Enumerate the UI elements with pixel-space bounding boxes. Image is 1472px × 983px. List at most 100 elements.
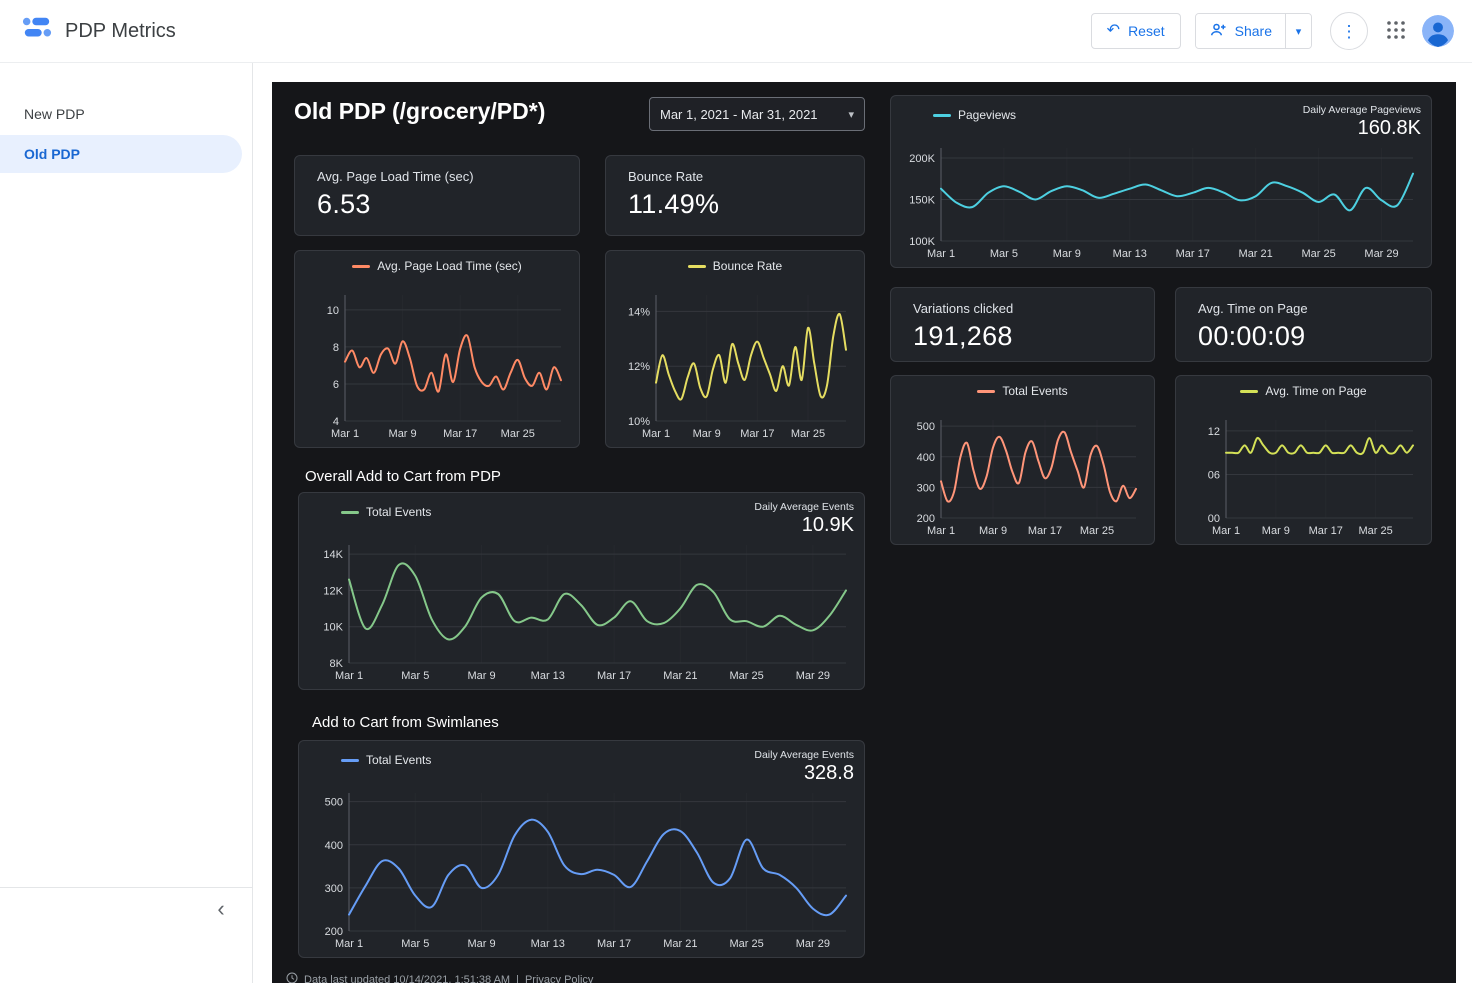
sidebar-item-label: Old PDP — [24, 146, 81, 162]
svg-text:Mar 29: Mar 29 — [1364, 248, 1398, 260]
svg-text:400: 400 — [917, 452, 935, 464]
svg-text:Mar 9: Mar 9 — [389, 428, 417, 440]
scorecard-avg-time-on-page: Avg. Time on Page 00:00:09 — [1175, 287, 1432, 362]
overall-add-to-cart-line-chart[interactable]: 8K 10K 12K 14K Mar 1 Mar 5 Mar 9 Mar 13 Mar 17 Ma… — [309, 537, 854, 683]
page-title: Old PDP (/grocery/PD*) — [294, 98, 546, 124]
avatar[interactable] — [1422, 15, 1454, 47]
svg-text:Mar 9: Mar 9 — [467, 938, 495, 950]
metric-title: Daily Average Events — [754, 749, 854, 761]
svg-text:Mar 29: Mar 29 — [796, 938, 830, 950]
svg-text:Mar 17: Mar 17 — [597, 670, 631, 682]
svg-text:8: 8 — [333, 342, 339, 354]
chart-card-bounce-rate: Bounce Rate 10% 12% 14% Mar 1 Mar 9 Mar 17 Mar… — [605, 250, 865, 448]
svg-text:12: 12 — [1208, 426, 1220, 438]
undo-icon: ↶ — [1106, 22, 1121, 39]
svg-text:Mar 9: Mar 9 — [1053, 248, 1081, 260]
svg-text:14%: 14% — [628, 306, 650, 318]
svg-text:Mar 17: Mar 17 — [1309, 525, 1343, 537]
svg-text:Mar 5: Mar 5 — [401, 670, 429, 682]
svg-text:300: 300 — [325, 883, 343, 895]
more-options-button[interactable]: ⋮ — [1330, 12, 1368, 50]
svg-text:8K: 8K — [330, 658, 344, 670]
date-range-value: Mar 1, 2021 - Mar 31, 2021 — [660, 106, 818, 122]
svg-text:Mar 13: Mar 13 — [531, 670, 565, 682]
svg-text:100K: 100K — [909, 236, 935, 248]
section-title-swimlanes: Add to Cart from Swimlanes — [312, 714, 499, 731]
scorecard-label: Avg. Page Load Time (sec) — [317, 169, 474, 184]
avg-time-on-page-line-chart[interactable]: 00 06 12 Mar 1 Mar 9 Mar 17 Mar 25 — [1186, 412, 1421, 538]
svg-text:200: 200 — [325, 926, 343, 938]
last-updated-text: Data last updated 10/14/2021, 1:51:38 AM — [304, 973, 511, 983]
svg-text:200: 200 — [917, 513, 935, 525]
share-button-label: Share — [1234, 23, 1272, 39]
apps-grid-button[interactable] — [1386, 20, 1406, 43]
svg-text:Mar 1: Mar 1 — [331, 428, 359, 440]
svg-text:00: 00 — [1208, 513, 1220, 525]
sidebar: New PDP Old PDP ‹ — [0, 63, 253, 983]
svg-text:Mar 1: Mar 1 — [927, 525, 955, 537]
svg-text:6: 6 — [333, 379, 339, 391]
sidebar-item-old-pdp[interactable]: Old PDP — [0, 135, 242, 173]
svg-text:Mar 1: Mar 1 — [927, 248, 955, 260]
legend-swatch — [352, 264, 371, 268]
chart-card-avg-page-load: Avg. Page Load Time (sec) 4 6 8 10 Mar 1 Mar … — [294, 250, 580, 448]
collapse-sidebar-button[interactable]: ‹ — [206, 894, 236, 924]
total-events-line-chart[interactable]: 200 300 400 500 Mar 1 Mar 9 Mar 17 Mar 25 — [901, 412, 1144, 538]
svg-text:150K: 150K — [909, 194, 935, 206]
report-canvas: Old PDP (/grocery/PD*) Mar 1, 2021 - Mar… — [272, 82, 1456, 983]
svg-text:12%: 12% — [628, 361, 650, 373]
scorecard-bounce-rate: Bounce Rate 11.49% — [605, 155, 865, 236]
sidebar-item-new-pdp[interactable]: New PDP — [0, 95, 242, 133]
legend-label: Pageviews — [958, 108, 1017, 122]
bounce-rate-line-chart[interactable]: 10% 12% 14% Mar 1 Mar 9 Mar 17 Mar 25 — [616, 287, 854, 441]
svg-text:Mar 25: Mar 25 — [729, 938, 763, 950]
svg-text:14K: 14K — [323, 549, 343, 561]
svg-text:10K: 10K — [323, 622, 343, 634]
reset-button-label: Reset — [1128, 23, 1165, 39]
svg-text:12K: 12K — [323, 585, 343, 597]
legend-label: Total Events — [1002, 384, 1068, 398]
svg-text:Mar 29: Mar 29 — [796, 670, 830, 682]
svg-text:Mar 25: Mar 25 — [729, 670, 763, 682]
app: PDP Metrics ↶ Reset Share ▾ ⋮ New PDP Ol… — [0, 0, 1472, 983]
svg-text:500: 500 — [917, 421, 935, 433]
svg-text:10%: 10% — [628, 416, 650, 428]
svg-text:500: 500 — [325, 797, 343, 809]
svg-text:Mar 25: Mar 25 — [1301, 248, 1335, 260]
share-button[interactable]: Share — [1195, 14, 1285, 48]
svg-text:Mar 9: Mar 9 — [693, 428, 721, 440]
privacy-policy-link[interactable]: Privacy Policy — [525, 974, 593, 983]
svg-text:Mar 1: Mar 1 — [335, 938, 363, 950]
legend-swatch — [687, 264, 706, 268]
svg-text:Mar 17: Mar 17 — [443, 428, 477, 440]
section-title-overall-add-to-cart: Overall Add to Cart from PDP — [305, 468, 501, 485]
reset-button[interactable]: ↶ Reset — [1090, 13, 1181, 49]
date-range-control[interactable]: Mar 1, 2021 - Mar 31, 2021 ▾ — [649, 97, 865, 131]
chevron-down-icon: ▾ — [1295, 25, 1302, 38]
canvas-footer: Data last updated 10/14/2021, 1:51:38 AM… — [286, 972, 593, 983]
more-vert-icon: ⋮ — [1340, 21, 1358, 41]
avg-page-load-line-chart[interactable]: 4 6 8 10 Mar 1 Mar 9 Mar 17 Mar 25 — [305, 287, 569, 441]
share-dropdown-button[interactable]: ▾ — [1285, 14, 1311, 48]
swimlanes-line-chart[interactable]: 200 300 400 500 Mar 1 Mar 5 Mar 9 Mar 13 Mar 17 M… — [309, 785, 854, 951]
svg-text:Mar 1: Mar 1 — [1212, 525, 1240, 537]
chart-card-avg-time-on-page: Avg. Time on Page 00 06 12 Mar 1 Mar 9 Mar 17… — [1175, 375, 1432, 545]
data-studio-logo-icon[interactable] — [22, 15, 52, 48]
legend-swatch — [1240, 389, 1259, 393]
svg-text:Mar 13: Mar 13 — [1113, 248, 1147, 260]
legend-swatch — [977, 389, 996, 393]
svg-text:Mar 1: Mar 1 — [642, 428, 670, 440]
chevron-left-icon: ‹ — [217, 896, 225, 921]
metric-title: Daily Average Events — [754, 501, 854, 513]
svg-text:Mar 21: Mar 21 — [663, 938, 697, 950]
svg-text:06: 06 — [1208, 469, 1220, 481]
report-area: Old PDP (/grocery/PD*) Mar 1, 2021 - Mar… — [253, 63, 1472, 983]
scorecard-value: 191,268 — [913, 321, 1013, 351]
scorecard-label: Avg. Time on Page — [1198, 301, 1308, 316]
scorecard-label: Bounce Rate — [628, 169, 704, 184]
pageviews-line-chart[interactable]: 100K 150K 200K Mar 1 Mar 5 Mar 9 Mar 13 Mar 17 M… — [901, 140, 1421, 261]
svg-text:10: 10 — [327, 305, 339, 317]
metric-value: 328.8 — [803, 762, 854, 784]
svg-text:200K: 200K — [909, 153, 935, 165]
svg-text:400: 400 — [325, 840, 343, 852]
